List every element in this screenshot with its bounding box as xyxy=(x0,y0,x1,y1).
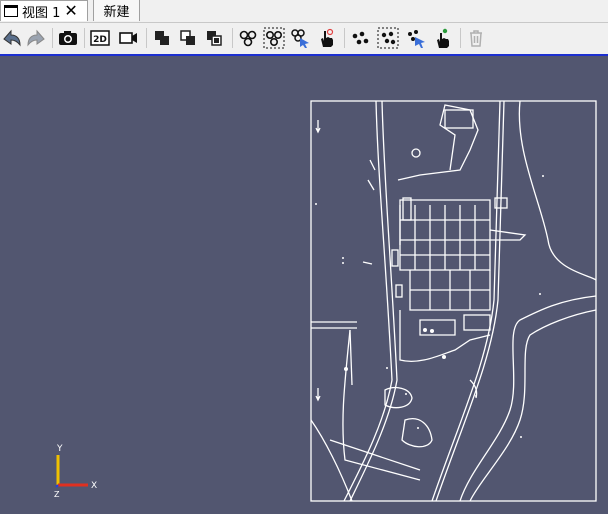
redo-camera-button[interactable] xyxy=(24,26,48,50)
axis-z-label: Z xyxy=(54,490,60,499)
select-points-frustum-button[interactable] xyxy=(376,26,400,50)
tab-view-1-label: 视图 1 xyxy=(22,5,61,21)
window-icon xyxy=(4,5,18,17)
record-camera-button[interactable] xyxy=(116,26,140,50)
select-points-button[interactable] xyxy=(348,26,372,50)
tab-new-label: 新建 xyxy=(103,5,130,20)
2d-3d-toggle-button[interactable]: 2D xyxy=(88,26,112,50)
split-vertical-button[interactable] xyxy=(176,26,200,50)
hover-points-button[interactable] xyxy=(430,26,454,50)
2d-3d-toggle-icon: 2D xyxy=(90,30,110,46)
view-mode-label: 2D xyxy=(93,35,107,45)
axis-x-label: X xyxy=(91,481,97,491)
select-cells-button[interactable] xyxy=(236,26,260,50)
split-horizontal-button[interactable] xyxy=(150,26,174,50)
maximize-button[interactable] xyxy=(202,26,226,50)
undo-camera-icon xyxy=(3,29,21,47)
select-points-icon xyxy=(352,31,369,45)
render-viewport[interactable]: Y X Z xyxy=(0,56,608,514)
select-cells-icon xyxy=(239,30,257,47)
screenshot-button[interactable] xyxy=(56,26,80,50)
close-icon[interactable]: ✕ xyxy=(64,3,77,19)
clear-selection-button[interactable] xyxy=(464,26,488,50)
record-camera-icon xyxy=(119,32,137,44)
interactive-select-cells-button[interactable] xyxy=(288,26,312,50)
hover-cells-icon xyxy=(321,28,334,47)
clear-selection-icon xyxy=(470,30,482,47)
screenshot-icon xyxy=(59,31,77,45)
interactive-select-cells-icon xyxy=(291,29,309,48)
view-toolbar: 2D xyxy=(0,23,608,54)
select-points-frustum-icon xyxy=(377,27,399,49)
tab-view-1[interactable]: 视图 1 ✕ xyxy=(0,0,88,21)
interactive-select-points-icon xyxy=(408,30,425,48)
redo-camera-icon xyxy=(27,29,45,47)
hover-cells-button[interactable] xyxy=(314,26,338,50)
orientation-axes: Y X Z xyxy=(54,444,97,499)
axis-y-label: Y xyxy=(56,444,63,454)
maximize-icon xyxy=(207,31,222,46)
tab-new[interactable]: 新建 xyxy=(93,0,140,21)
hover-points-icon xyxy=(437,28,449,48)
split-vertical-icon xyxy=(180,30,195,45)
select-cells-frustum-icon xyxy=(263,27,285,49)
interactive-select-points-button[interactable] xyxy=(404,26,428,50)
select-cells-frustum-button[interactable] xyxy=(262,26,286,50)
split-horizontal-icon xyxy=(155,31,169,45)
undo-camera-button[interactable] xyxy=(0,26,24,50)
view-tab-bar: 视图 1 ✕ 新建 xyxy=(0,0,608,23)
